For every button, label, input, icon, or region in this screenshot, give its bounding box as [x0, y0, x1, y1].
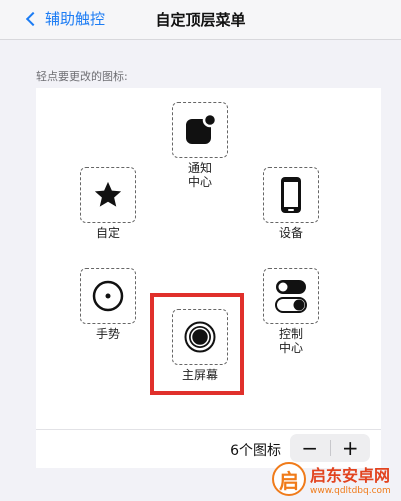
gesture-icon: [92, 280, 124, 312]
star-icon: [94, 181, 122, 207]
slot-gestures[interactable]: 手势: [78, 268, 138, 341]
device-icon-box[interactable]: [263, 167, 319, 223]
navigation-bar: 辅助触控 自定顶层菜单: [0, 0, 401, 40]
watermark-url: www.qdltdbq.com: [310, 486, 391, 496]
watermark-name: 启东安卓网: [310, 466, 391, 485]
icon-count-stepper[interactable]: − +: [290, 434, 370, 462]
highlight-frame: [150, 293, 244, 395]
notification-center-icon: [186, 114, 216, 144]
divider: [36, 429, 381, 430]
page-title: 自定顶层菜单: [155, 11, 246, 29]
notification-center-icon-box[interactable]: [172, 102, 228, 158]
gestures-icon-box[interactable]: [80, 268, 136, 324]
custom-icon-box[interactable]: [80, 167, 136, 223]
watermark-logo: 启 启东安卓网 www.qdltdbq.com: [272, 460, 397, 498]
watermark-text: 启东安卓网 www.qdltdbq.com: [310, 462, 391, 496]
slot-device[interactable]: 设备: [261, 167, 321, 240]
decrement-button[interactable]: −: [290, 436, 330, 460]
slot-custom[interactable]: 自定: [78, 167, 138, 240]
slot-control-center[interactable]: 控制 中心: [261, 268, 321, 355]
label-notification-center: 通知 中心: [187, 161, 212, 189]
icon-count: 6个图标: [230, 443, 281, 459]
instruction-text: 轻点要更改的图标:: [36, 70, 128, 83]
slot-notification-center[interactable]: 通知 中心: [170, 102, 230, 189]
watermark-emblem-icon: 启: [272, 462, 306, 496]
menu-editor-panel: 通知 中心 自定 设备 手势 控制 中心 主屏幕 6个图标 − +: [36, 88, 381, 468]
phone-icon: [281, 177, 301, 213]
increment-button[interactable]: +: [331, 436, 371, 460]
control-center-icon: [275, 280, 307, 313]
label-gestures: 手势: [95, 327, 120, 341]
label-custom: 自定: [95, 226, 120, 240]
control-center-icon-box[interactable]: [263, 268, 319, 324]
label-control-center: 控制 中心: [278, 327, 303, 355]
label-device: 设备: [278, 226, 303, 240]
